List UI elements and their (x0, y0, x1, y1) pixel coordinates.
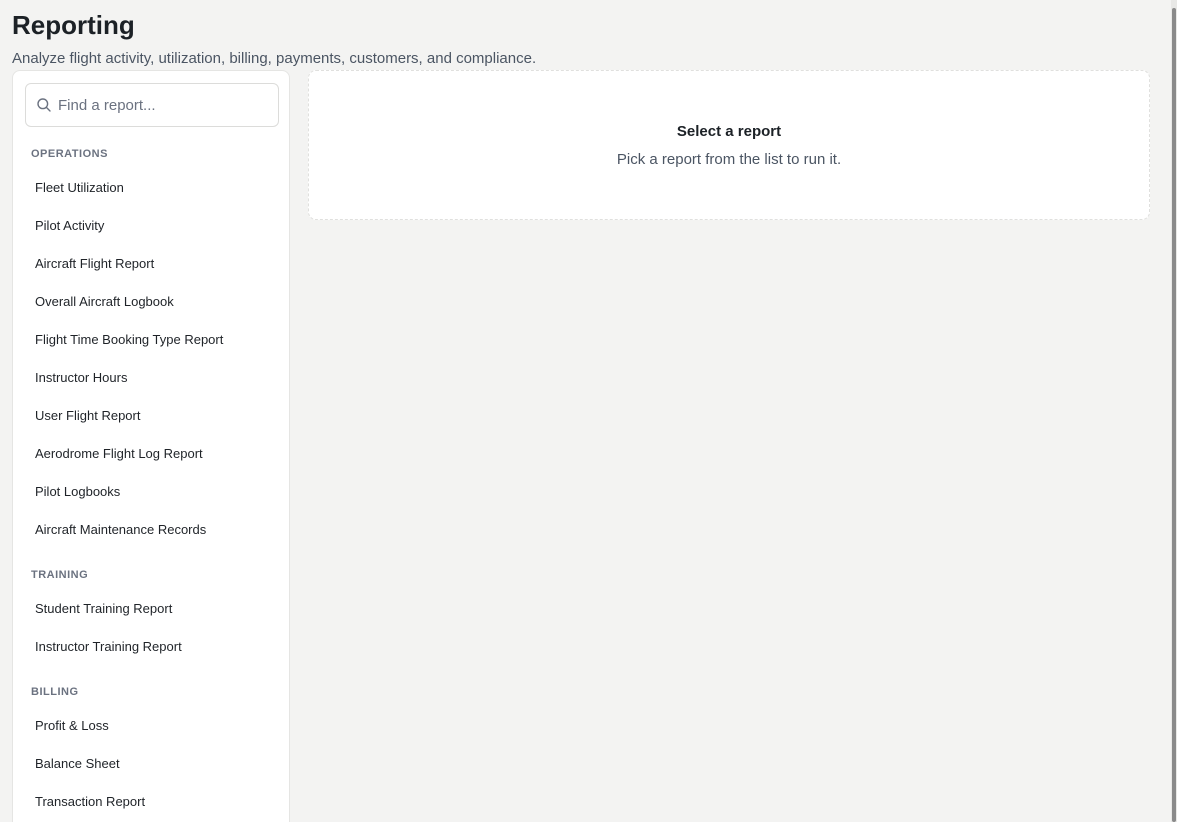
reporting-page: Reporting Analyze flight activity, utili… (0, 0, 1177, 822)
page-subtitle: Analyze flight activity, utilization, bi… (12, 50, 537, 67)
report-item-aircraft-maintenance-records[interactable]: Aircraft Maintenance Records (21, 514, 283, 546)
report-item-pilot-logbooks[interactable]: Pilot Logbooks (21, 476, 283, 508)
report-item-profit-and-loss[interactable]: Profit & Loss (21, 710, 283, 742)
report-item-balance-sheet[interactable]: Balance Sheet (21, 748, 283, 780)
section-label-billing: BILLING (31, 686, 79, 698)
report-item-user-flight-report[interactable]: User Flight Report (21, 400, 283, 432)
report-item-instructor-hours[interactable]: Instructor Hours (21, 362, 283, 394)
page-title: Reporting (12, 10, 135, 40)
section-label-operations: OPERATIONS (31, 148, 108, 160)
report-item-fleet-utilization[interactable]: Fleet Utilization (21, 172, 283, 204)
report-search-box[interactable] (25, 83, 279, 127)
report-item-transaction-report[interactable]: Transaction Report (21, 786, 283, 818)
report-item-instructor-training-report[interactable]: Instructor Training Report (21, 631, 283, 663)
report-empty-state: Select a report Pick a report from the l… (308, 70, 1150, 220)
report-item-pilot-activity[interactable]: Pilot Activity (21, 210, 283, 242)
report-item-aircraft-flight-report[interactable]: Aircraft Flight Report (21, 248, 283, 280)
search-icon (36, 97, 52, 113)
page-scrollbar[interactable] (1171, 0, 1177, 822)
report-item-flight-time-booking-type-report[interactable]: Flight Time Booking Type Report (21, 324, 283, 356)
scrollbar-thumb[interactable] (1172, 8, 1176, 822)
page-header: Reporting Analyze flight activity, utili… (12, 8, 536, 69)
empty-state-title: Select a report (676, 123, 782, 140)
report-search-input[interactable] (58, 96, 258, 114)
empty-state-description: Pick a report from the list to run it. (616, 151, 842, 168)
report-item-overall-aircraft-logbook[interactable]: Overall Aircraft Logbook (21, 286, 283, 318)
report-item-student-training-report[interactable]: Student Training Report (21, 593, 283, 625)
section-label-training: TRAINING (31, 569, 89, 581)
report-item-aerodrome-flight-log-report[interactable]: Aerodrome Flight Log Report (21, 438, 283, 470)
report-list-sidebar: OPERATIONS Fleet Utilization Pilot Activ… (12, 70, 290, 822)
